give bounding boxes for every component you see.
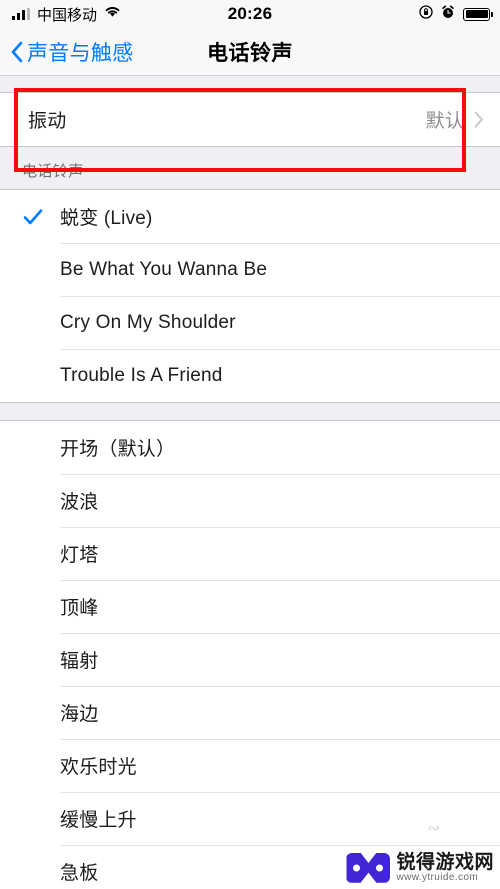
status-bar: 中国移动 20:26 (0, 0, 500, 28)
ringtone-row[interactable]: 开场（默认） (0, 421, 500, 474)
ringtone-row[interactable]: 波浪 (0, 474, 500, 527)
default-ringtones-group: 开场（默认） 波浪灯塔顶峰辐射海边欢乐时光缓慢上升急板 (0, 420, 500, 889)
ringtone-row[interactable]: Be What You Wanna Be (0, 243, 500, 296)
ringtone-row[interactable]: 海边 (0, 686, 500, 739)
battery-icon (463, 7, 493, 21)
ringtone-row[interactable]: Cry On My Shoulder (0, 296, 500, 349)
ringtone-row-label: 灯塔 (60, 545, 99, 566)
ringtone-row-label: 欢乐时光 (60, 757, 137, 778)
ringtone-row-label: Cry On My Shoulder (60, 311, 236, 333)
ringtone-row[interactable]: 蜕变 (Live) (0, 190, 500, 243)
watermark: 锐得游戏网 www.ytruide.com (346, 851, 494, 883)
custom-ringtones-group: 蜕变 (Live) Be What You Wanna Be Cry On My S… (0, 189, 500, 403)
ringtone-row[interactable]: Trouble Is A Friend (0, 349, 500, 402)
group-spacer (0, 403, 500, 420)
top-spacer (0, 76, 500, 92)
rotation-lock-icon (419, 4, 433, 24)
ringtone-row[interactable]: 灯塔 (0, 527, 500, 580)
status-bar-right (419, 4, 493, 24)
vibration-group: 振动 默认 (0, 92, 500, 147)
section-header-ringtones: 电话铃声 (0, 147, 500, 189)
ringtone-row[interactable]: 辐射 (0, 633, 500, 686)
ringtone-row[interactable]: 欢乐时光 (0, 739, 500, 792)
ringtone-row-label: 辐射 (60, 651, 99, 672)
ringtone-row-label: 顶峰 (60, 598, 99, 619)
ringtone-row-label: 海边 (60, 704, 99, 725)
ringtone-row-label: 波浪 (60, 492, 99, 513)
alarm-clock-icon (441, 5, 455, 24)
ringtone-row-label: Be What You Wanna Be (60, 258, 268, 280)
navigation-bar: 声音与触感 电话铃声 (0, 28, 500, 76)
checkmark-icon (22, 206, 44, 228)
iphone-settings-screen: 中国移动 20:26 声音与触感 电话铃声 振动 默认 电话铃声 蜕变 (Liv… (0, 0, 500, 889)
ringtone-row-label: 缓慢上升 (60, 810, 137, 831)
ringtone-row-label: 急板 (60, 863, 99, 884)
vibration-row-value: 默认 (425, 111, 464, 132)
chevron-right-icon (474, 111, 484, 128)
settings-list: 振动 默认 电话铃声 蜕变 (Live) Be What You Wanna Be… (0, 76, 500, 889)
ringtone-row[interactable]: 缓慢上升 (0, 792, 500, 845)
ringtone-row-label: Trouble Is A Friend (60, 364, 223, 386)
vibration-row-label: 振动 (28, 111, 67, 132)
watermark-text: 锐得游戏网 www.ytruide.com (396, 851, 494, 883)
page-title: 电话铃声 (207, 42, 293, 65)
watermark-swoosh-icon: ∾ (427, 820, 440, 837)
ringtone-row[interactable]: 顶峰 (0, 580, 500, 633)
ringtone-row-label: 蜕变 (Live) (60, 208, 153, 229)
vibration-row[interactable]: 振动 默认 (0, 93, 500, 146)
watermark-title: 锐得游戏网 (396, 851, 494, 873)
gamepad-logo-icon (346, 852, 391, 883)
watermark-url: www.ytruide.com (396, 871, 479, 883)
ringtone-row-label: 开场（默认） (60, 439, 176, 460)
